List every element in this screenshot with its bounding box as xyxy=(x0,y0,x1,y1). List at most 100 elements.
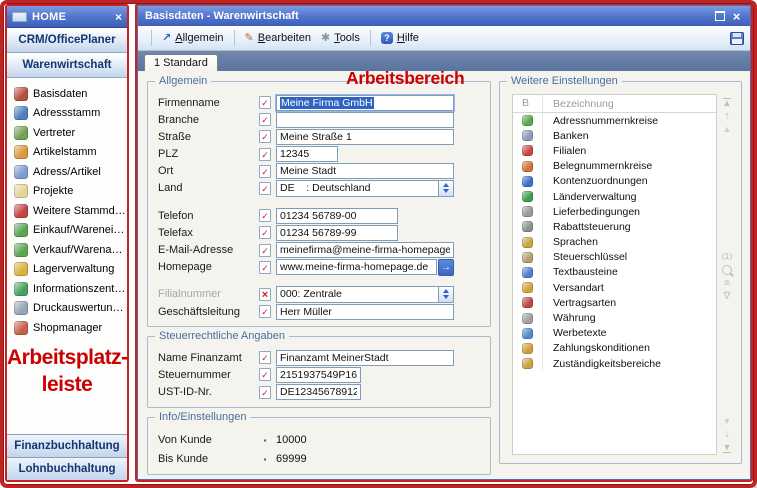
sidebar-item[interactable]: Adress/Artikel xyxy=(7,162,127,182)
edit-note-icon[interactable] xyxy=(259,261,271,274)
page-up-icon[interactable] xyxy=(723,125,732,134)
settings-item[interactable]: Steuerschlüssel xyxy=(513,250,716,265)
finanzamt-input[interactable] xyxy=(276,350,454,366)
edit-note-icon[interactable] xyxy=(259,113,271,126)
settings-item[interactable]: Rabattsteuerung xyxy=(513,219,716,234)
menu-allgemein[interactable]: Allgemein xyxy=(157,30,229,46)
move-down-icon[interactable] xyxy=(724,430,730,439)
sidebar-section-crm-officeplaner[interactable]: CRM/OfficePlaner xyxy=(7,28,127,53)
window-titlebar[interactable]: Basisdaten - Warenwirtschaft xyxy=(138,6,750,26)
land-select[interactable]: DE : Deutschland xyxy=(276,180,454,197)
sidebar-item[interactable]: Vertreter xyxy=(7,123,127,143)
filialnummer-select[interactable]: 000: Zentrale xyxy=(276,286,454,303)
informationszentrum-icon xyxy=(14,282,28,296)
sidebar-item[interactable]: Artikelstamm xyxy=(7,143,127,163)
ort-input[interactable] xyxy=(276,163,454,179)
edit-note-icon[interactable] xyxy=(259,96,271,109)
sidebar-item[interactable]: Lagerverwaltung xyxy=(7,260,127,280)
settings-item-label: Lieferbedingungen xyxy=(543,206,640,218)
edit-note-icon[interactable] xyxy=(259,148,271,161)
open-homepage-icon[interactable] xyxy=(438,259,454,276)
restore-icon[interactable] xyxy=(711,9,728,23)
filter-icon[interactable] xyxy=(724,292,731,301)
sidebar-item[interactable]: Verkauf/Warenausgang xyxy=(7,240,127,260)
edit-note-icon[interactable] xyxy=(259,244,271,257)
menu-hilfe[interactable]: Hilfe xyxy=(376,30,424,46)
email-input[interactable] xyxy=(276,242,454,258)
edit-note-icon[interactable] xyxy=(259,386,271,399)
sidebar-item[interactable]: Weitere Stammdaten xyxy=(7,201,127,221)
sidebar-item[interactable]: Projekte xyxy=(7,182,127,202)
sidebar-section-finanzbuchhaltung[interactable]: Finanzbuchhaltung xyxy=(7,434,127,457)
telefax-input[interactable] xyxy=(276,225,398,241)
settings-item[interactable]: Währung xyxy=(513,310,716,325)
branche-input[interactable] xyxy=(276,112,454,128)
sidebar-item[interactable]: Adressstamm xyxy=(7,104,127,124)
settings-item-label: Banken xyxy=(543,130,589,142)
sidebar-section-warenwirtschaft[interactable]: Warenwirtschaft xyxy=(7,53,127,78)
sidebar-item[interactable]: Informationszentrum xyxy=(7,279,127,299)
settings-item[interactable]: Belegnummernkreise xyxy=(513,159,716,174)
sidebar-annotation-line2: leiste xyxy=(7,371,127,398)
move-up-icon[interactable] xyxy=(724,112,730,121)
vertreter-icon xyxy=(14,126,28,140)
window-chrome: Basisdaten - Warenwirtschaft Allgemein B… xyxy=(137,5,751,480)
settings-item-icon-cell xyxy=(513,235,543,250)
settings-item[interactable]: Werbetexte xyxy=(513,326,716,341)
adressnummernkreise-icon xyxy=(522,115,533,126)
sidebar-item[interactable]: Druckauswertungen xyxy=(7,299,127,319)
settings-item[interactable]: Lieferbedingungen xyxy=(513,204,716,219)
versandart-icon xyxy=(522,282,533,293)
telefon-input[interactable] xyxy=(276,208,398,224)
edit-note-icon[interactable] xyxy=(259,226,271,239)
edit-note-icon[interactable] xyxy=(259,351,271,364)
locked-note-icon[interactable] xyxy=(259,288,271,301)
bullet-icon xyxy=(259,436,271,445)
tab-standard[interactable]: 1 Standard xyxy=(144,54,218,71)
close-icon[interactable] xyxy=(728,9,745,23)
sidebar-item[interactable]: Shopmanager xyxy=(7,318,127,338)
edit-note-icon[interactable] xyxy=(259,130,271,143)
home-icon xyxy=(12,12,27,22)
steuernummer-input[interactable] xyxy=(276,367,361,383)
edit-note-icon[interactable] xyxy=(259,368,271,381)
settings-item[interactable]: Vertragsarten xyxy=(513,295,716,310)
adressstamm-icon xyxy=(14,106,28,120)
scroll-bottom-icon[interactable] xyxy=(723,443,732,453)
strasse-input[interactable] xyxy=(276,129,454,145)
ustid-input[interactable] xyxy=(276,384,361,400)
search-icon[interactable] xyxy=(722,265,732,275)
menu-tools[interactable]: Tools xyxy=(316,30,365,46)
page-down-icon[interactable] xyxy=(723,417,732,426)
menu-bearbeiten[interactable]: Bearbeiten xyxy=(240,30,316,46)
list-nav-strip: (1) xyxy=(717,94,737,455)
settings-item[interactable]: Zuständigkeitsbereiche xyxy=(513,356,716,371)
settings-item[interactable]: Banken xyxy=(513,128,716,143)
edit-note-icon[interactable] xyxy=(259,209,271,222)
geschaeftsleitung-input[interactable] xyxy=(276,304,454,320)
save-icon[interactable] xyxy=(730,32,744,45)
list-icon[interactable] xyxy=(724,279,730,288)
homepage-input[interactable] xyxy=(276,259,437,275)
spinner-icon[interactable] xyxy=(438,287,453,302)
settings-item[interactable]: Länderverwaltung xyxy=(513,189,716,204)
scroll-top-icon[interactable] xyxy=(723,98,732,108)
spinner-icon[interactable] xyxy=(438,181,453,196)
settings-item[interactable]: Versandart xyxy=(513,280,716,295)
firmenname-input[interactable]: Meine Firma GmbH xyxy=(276,95,454,111)
edit-note-icon[interactable] xyxy=(259,182,271,195)
sidebar-item[interactable]: Einkauf/Wareneingang xyxy=(7,221,127,241)
plz-input[interactable] xyxy=(276,146,338,162)
settings-item[interactable]: Zahlungskonditionen xyxy=(513,341,716,356)
edit-note-icon[interactable] xyxy=(259,305,271,318)
settings-item[interactable]: Filialen xyxy=(513,143,716,158)
settings-item[interactable]: Textbausteine xyxy=(513,265,716,280)
settings-item[interactable]: Adressnummernkreise xyxy=(513,113,716,128)
sidebar-item[interactable]: Basisdaten xyxy=(7,84,127,104)
settings-item[interactable]: Sprachen xyxy=(513,235,716,250)
sidebar-item-label: Einkauf/Wareneingang xyxy=(33,224,127,236)
settings-item[interactable]: Kontenzuordnungen xyxy=(513,174,716,189)
sidebar-section-lohnbuchhaltung[interactable]: Lohnbuchhaltung xyxy=(7,457,127,480)
edit-note-icon[interactable] xyxy=(259,165,271,178)
sidebar-close-icon[interactable] xyxy=(115,11,122,23)
